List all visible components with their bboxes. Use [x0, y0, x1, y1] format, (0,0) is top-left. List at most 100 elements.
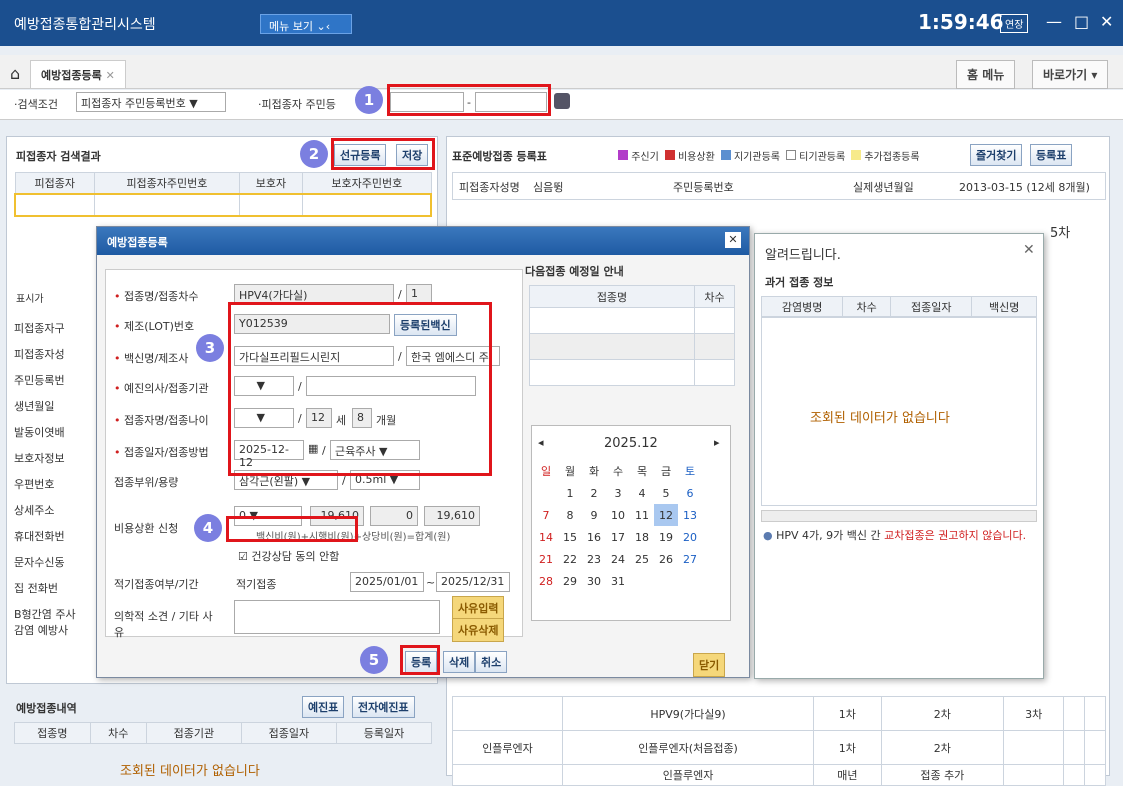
calendar-day[interactable]: 10	[606, 504, 630, 526]
calendar-day[interactable]: 26	[654, 548, 678, 570]
calendar-day[interactable]: 23	[582, 548, 606, 570]
calendar-day[interactable]: 24	[606, 548, 630, 570]
calendar-day[interactable]: 19	[654, 526, 678, 548]
keyboard-icon[interactable]	[554, 93, 570, 109]
cell[interactable]: 3차	[1003, 696, 1065, 731]
side-label: 문자수신동	[14, 556, 65, 569]
dose-number-field[interactable]: 1	[406, 284, 432, 304]
calendar-day[interactable]	[534, 482, 558, 504]
no-counsel-checkbox[interactable]: ☑ 건강상담 동의 안함	[238, 548, 339, 564]
side-label: 보호자정보	[14, 452, 65, 465]
calendar-day[interactable]: 16	[582, 526, 606, 548]
calendar-day[interactable]: 20	[678, 526, 702, 548]
cell[interactable]: 2차	[880, 730, 1005, 765]
calendar-day-selected[interactable]: 12	[654, 504, 678, 526]
register-table-button[interactable]: 등록표	[1030, 144, 1073, 166]
calendar-day[interactable]: 6	[678, 482, 702, 504]
past-info-body: 조회된 데이터가 없습니다	[761, 316, 1037, 506]
search-condition-select[interactable]: 피접종자 주민등록번호 ▼	[76, 92, 226, 112]
calendar-day[interactable]: 18	[630, 526, 654, 548]
tab-bar	[0, 55, 1123, 89]
calendar-day[interactable]: 28	[534, 570, 558, 592]
calendar-day[interactable]: 25	[630, 548, 654, 570]
calendar-day[interactable]: 2	[582, 482, 606, 504]
cell	[452, 696, 563, 731]
cancel-button[interactable]: 취소	[475, 651, 508, 673]
shortcut-button[interactable]: 바로가기 ▾	[1032, 60, 1109, 89]
notice-close-icon[interactable]: ✕	[1023, 242, 1035, 258]
dialog-close-button[interactable]: 닫기	[693, 653, 726, 677]
calendar-day[interactable]: 29	[558, 570, 582, 592]
calendar-day[interactable]: 14	[534, 526, 558, 548]
delete-button[interactable]: 삭제	[443, 651, 476, 673]
tab-vaccination-register[interactable]: 예방접종등록 ✕	[30, 60, 126, 88]
favorites-button[interactable]: 즐거찾기	[970, 144, 1023, 166]
calendar-day[interactable]: 9	[582, 504, 606, 526]
prev-month-icon[interactable]: ◂	[538, 436, 544, 449]
col-header: 감염병명	[760, 296, 844, 318]
calendar-day[interactable]: 15	[558, 526, 582, 548]
calendar-day[interactable]	[654, 570, 678, 592]
calendar-day[interactable]	[678, 570, 702, 592]
annotation-2: 2	[300, 140, 328, 168]
session-clock: 1:59:46	[918, 10, 1004, 34]
calendar-day[interactable]: 27	[678, 548, 702, 570]
calendar-day[interactable]: 11	[630, 504, 654, 526]
vaccine-name-label: 접종명/접종차수	[114, 288, 199, 304]
calendar-day[interactable]: 3	[606, 482, 630, 504]
cell[interactable]: 2차	[880, 696, 1005, 731]
menu-view-button[interactable]: 메뉴 보기 ⌄‹	[260, 14, 352, 34]
cell[interactable]: 1차	[813, 696, 882, 731]
birth-label: 실제생년월일	[853, 181, 914, 194]
table-row[interactable]	[14, 193, 432, 217]
cell[interactable]: 접종 추가	[880, 764, 1005, 786]
calendar-day[interactable]: 1	[558, 482, 582, 504]
search-condition-value: 피접종자 주민등록번호	[81, 97, 186, 110]
cell[interactable]	[1003, 730, 1065, 765]
calendar-day[interactable]: 21	[534, 548, 558, 570]
vaccine-name-field[interactable]: HPV4(가다실)	[234, 284, 394, 304]
home-menu-button[interactable]: 홈 메뉴	[956, 60, 1016, 89]
timely-label: 적기접종여부/기간	[114, 578, 199, 591]
medical-note-field[interactable]	[234, 600, 440, 634]
calendar-day[interactable]: 22	[558, 548, 582, 570]
cell[interactable]	[1003, 764, 1065, 786]
legend-item: 주신기	[618, 148, 659, 163]
calendar-day[interactable]: 5	[654, 482, 678, 504]
reason-input-button[interactable]: 사유입력	[452, 596, 505, 620]
extend-session-button[interactable]: 연장	[1000, 14, 1029, 33]
table-row: 인플루엔자 인플루엔자(처음접종) 1차 2차	[452, 730, 1106, 765]
col-header: 접종일자	[890, 296, 973, 318]
horizontal-scrollbar[interactable]	[761, 510, 1037, 522]
highlight-box-2	[331, 138, 435, 170]
reason-delete-button[interactable]: 사유삭제	[452, 618, 505, 642]
period-to-field[interactable]: 2025/12/31	[436, 572, 510, 592]
maximize-icon[interactable]: □	[1074, 12, 1089, 31]
col-5-header: 5차	[1050, 226, 1071, 241]
cell[interactable]: 1차	[813, 730, 882, 765]
dialog-close-icon[interactable]: ✕	[725, 232, 741, 248]
side-label: B형간염 주사	[14, 608, 76, 621]
e-pre-exam-button[interactable]: 전자예진표	[352, 696, 415, 718]
calendar-day[interactable]: 17	[606, 526, 630, 548]
doctor-label: 예진의사/접종기관	[114, 380, 209, 396]
pre-exam-button[interactable]: 예진표	[302, 696, 345, 718]
calendar-day[interactable]: 13	[678, 504, 702, 526]
calendar-day[interactable]: 30	[582, 570, 606, 592]
col-header: 피접종자주민번호	[94, 172, 240, 195]
tab-close-icon[interactable]: ✕	[106, 69, 115, 82]
calendar-day[interactable]: 8	[558, 504, 582, 526]
home-icon[interactable]: ⌂	[10, 64, 20, 83]
next-month-icon[interactable]: ▸	[714, 436, 720, 449]
calendar-day[interactable]: 4	[630, 482, 654, 504]
site-value: 삼각근(왼팔)	[239, 475, 299, 488]
period-from-field[interactable]: 2025/01/01	[350, 572, 424, 592]
calendar-day[interactable]: 31	[606, 570, 630, 592]
cell[interactable]: 매년	[813, 764, 882, 786]
col-header: 보호자	[238, 172, 304, 195]
close-icon[interactable]: ✕	[1100, 12, 1113, 31]
calendar-day[interactable]	[630, 570, 654, 592]
calendar-day[interactable]: 7	[534, 504, 558, 526]
minimize-icon[interactable]: —	[1046, 12, 1062, 31]
highlight-box-5	[400, 645, 440, 675]
